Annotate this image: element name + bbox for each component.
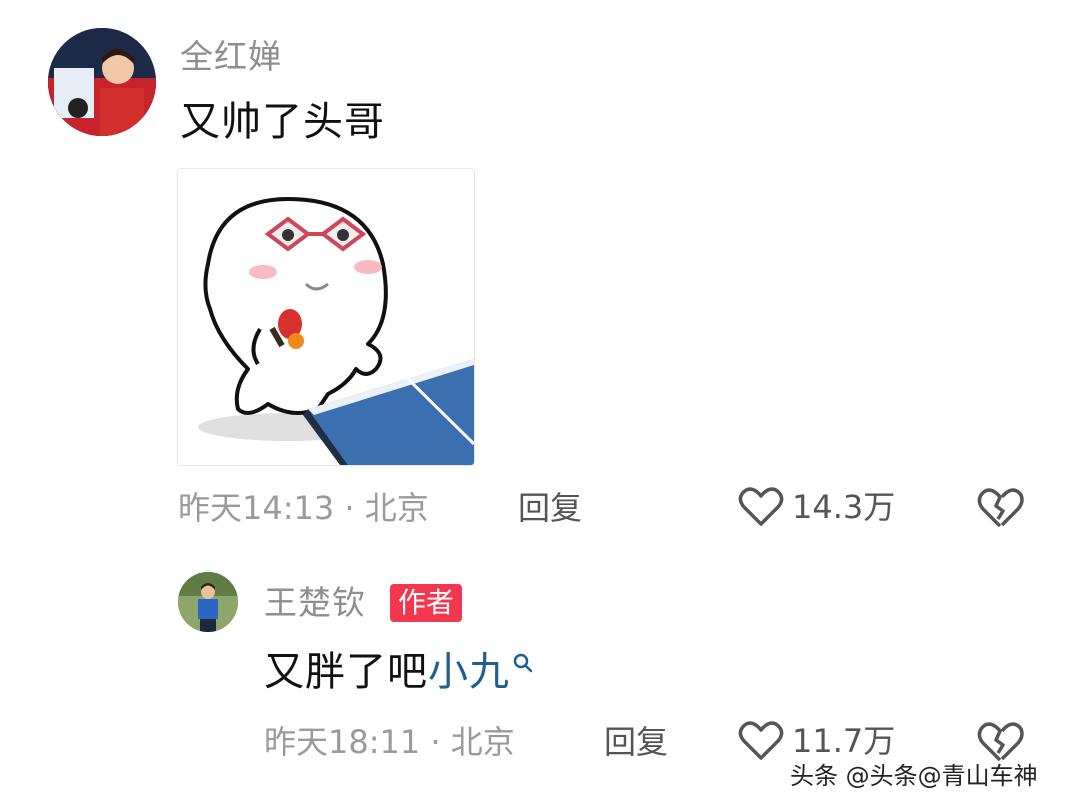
comment-meta: 昨天14:13 · 北京: [178, 489, 429, 527]
comment-dislike-button[interactable]: [976, 486, 1024, 534]
reply-text: 又胖了吧 小九: [264, 652, 534, 692]
heart-outline-icon: [738, 721, 784, 760]
comment-username[interactable]: 全红婵: [180, 40, 282, 73]
reply-text-prefix: 又胖了吧: [264, 649, 428, 695]
reply-username[interactable]: 王楚钦: [264, 586, 366, 619]
comment-like-button[interactable]: 14.3万: [738, 486, 895, 528]
broken-heart-icon: [977, 488, 1024, 528]
comment-text: 又帅了头哥: [180, 99, 385, 145]
avatar-photo: [178, 572, 238, 632]
author-badge: 作者: [390, 584, 463, 622]
reply-reply-button[interactable]: 回复: [604, 726, 668, 758]
avatar-photo: [48, 28, 156, 136]
reply-meta: 昨天18:11 · 北京: [264, 723, 515, 761]
avatar-quan-hongchan[interactable]: [48, 28, 156, 136]
comment-like-count: 14.3万: [792, 488, 896, 526]
heart-outline-icon: [738, 487, 784, 526]
ping-pong-sticker: [178, 169, 474, 465]
comment-sticker-image[interactable]: [177, 168, 475, 466]
mention-link[interactable]: 小九: [428, 652, 510, 692]
watermark: 头条 @头条@青山车神: [790, 762, 1038, 790]
avatar-wang-chuqin[interactable]: [178, 572, 238, 632]
search-icon[interactable]: [512, 652, 534, 674]
comment-reply-button[interactable]: 回复: [518, 492, 582, 524]
reply-like-count: 11.7万: [792, 722, 896, 760]
